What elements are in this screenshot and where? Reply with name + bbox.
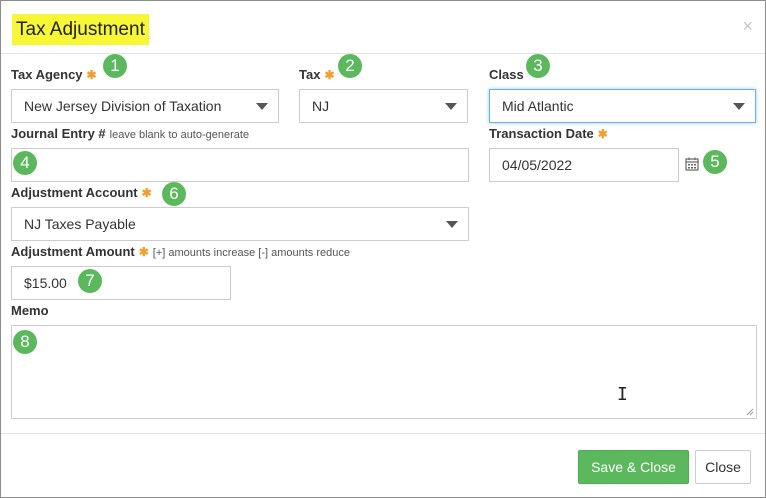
memo-label-text: Memo — [11, 303, 49, 318]
adjustment-account-label-text: Adjustment Account — [11, 185, 138, 200]
step-badge-1: 1 — [103, 54, 127, 78]
adjustment-account-select[interactable]: NJ Taxes Payable — [11, 207, 469, 241]
adjustment-amount-input[interactable]: $15.00 — [11, 266, 231, 300]
step-badge-7: 7 — [78, 269, 102, 293]
memo-textarea[interactable] — [11, 325, 757, 419]
dialog-title: Tax Adjustment — [12, 14, 149, 45]
class-value: Mid Atlantic — [502, 98, 574, 114]
class-label: Class — [489, 67, 524, 82]
class-select[interactable]: Mid Atlantic — [489, 89, 756, 123]
adjustment-amount-hint: [+] amounts increase [-] amounts reduce — [152, 247, 350, 259]
close-button[interactable]: Close — [695, 450, 751, 484]
journal-entry-hint: leave blank to auto-generate — [109, 129, 250, 141]
class-label-text: Class — [489, 67, 524, 82]
tax-agency-select[interactable]: New Jersey Division of Taxation — [11, 89, 279, 123]
required-icon: ✱ — [597, 127, 608, 141]
transaction-date-label: Transaction Date ✱ — [489, 126, 608, 141]
step-badge-5: 5 — [703, 150, 727, 174]
dialog-header: Tax Adjustment × — [1, 1, 765, 54]
tax-agency-value: New Jersey Division of Taxation — [24, 98, 222, 114]
chevron-down-icon — [445, 103, 457, 110]
chevron-down-icon — [446, 221, 458, 228]
step-badge-3: 3 — [526, 54, 550, 78]
transaction-date-label-text: Transaction Date — [489, 126, 594, 141]
adjustment-amount-label-text: Adjustment Amount — [11, 244, 135, 259]
calendar-icon[interactable] — [685, 157, 699, 171]
memo-label: Memo — [11, 303, 49, 318]
tax-adjustment-dialog: Tax Adjustment × Tax Agency ✱ 1 New Jerse… — [0, 0, 766, 498]
step-badge-6: 6 — [162, 182, 186, 206]
adjustment-amount-label: Adjustment Amount ✱ [+] amounts increase [… — [11, 244, 350, 259]
resize-handle-icon[interactable] — [746, 408, 754, 416]
required-icon: ✱ — [141, 186, 152, 200]
tax-select[interactable]: NJ — [299, 89, 468, 123]
journal-entry-label: Journal Entry # leave blank to auto-gener… — [11, 126, 249, 141]
adjustment-account-label: Adjustment Account ✱ — [11, 185, 152, 200]
required-icon: ✱ — [86, 68, 97, 82]
transaction-date-value: 04/05/2022 — [502, 157, 573, 173]
adjustment-amount-value: $15.00 — [24, 275, 67, 291]
tax-label-text: Tax — [299, 67, 321, 82]
transaction-date-input[interactable]: 04/05/2022 — [489, 148, 679, 182]
journal-entry-label-text: Journal Entry # — [11, 126, 106, 141]
adjustment-account-value: NJ Taxes Payable — [24, 216, 136, 232]
journal-entry-input[interactable] — [11, 148, 469, 182]
tax-agency-label-text: Tax Agency — [11, 67, 83, 82]
required-icon: ✱ — [324, 68, 335, 82]
step-badge-8: 8 — [13, 330, 37, 354]
close-icon[interactable]: × — [742, 17, 753, 35]
tax-agency-label: Tax Agency ✱ — [11, 67, 97, 82]
save-and-close-button[interactable]: Save & Close — [578, 450, 689, 484]
text-cursor-icon: I — [617, 384, 628, 405]
chevron-down-icon — [256, 103, 268, 110]
tax-value: NJ — [312, 98, 330, 114]
step-badge-4: 4 — [13, 151, 37, 175]
chevron-down-icon — [733, 103, 745, 110]
tax-label: Tax ✱ — [299, 67, 335, 82]
step-badge-2: 2 — [338, 54, 362, 78]
required-icon: ✱ — [138, 245, 149, 259]
